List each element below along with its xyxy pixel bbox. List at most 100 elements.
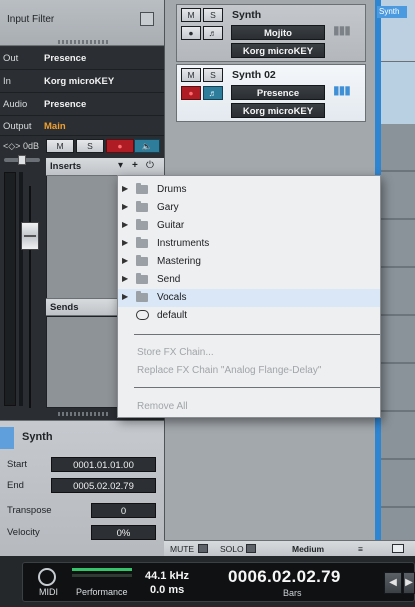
menu-item-vocals[interactable]: ▶ Vocals <box>118 289 380 307</box>
inserts-label: Inserts <box>50 161 82 172</box>
menu-separator <box>134 334 380 335</box>
sample-rate: 44.1 kHz <box>145 570 190 582</box>
fader-track[interactable] <box>29 186 31 408</box>
forward-icon: ▶ <box>405 577 413 588</box>
mute-button[interactable]: M <box>46 139 74 153</box>
solo-all-label: SOLO <box>220 544 244 554</box>
track-name[interactable]: Synth <box>22 431 53 443</box>
level-meter-right <box>19 172 23 406</box>
velocity-field[interactable]: 0% <box>91 525 156 540</box>
track-header-synth[interactable]: M S ● ♬ Synth Mojito Korg microKEY ▮▮▮ <box>176 4 366 62</box>
level-meter <box>4 172 16 406</box>
input-filter-bar: Input Filter <box>0 0 164 46</box>
list-menu-icon[interactable]: ≡ <box>358 544 363 554</box>
cpu-meter <box>72 568 132 571</box>
track2-instrument-slot[interactable]: Presence <box>231 85 325 100</box>
track2-solo-button[interactable]: S <box>203 68 223 82</box>
output-value[interactable]: Main <box>44 121 66 132</box>
event-label[interactable]: Synth <box>377 6 407 18</box>
record-icon: ● <box>188 28 194 38</box>
in-label: In <box>3 76 11 87</box>
arrange-empty-lanes[interactable] <box>381 124 415 556</box>
menu-item-replace-fx-chain[interactable]: Replace FX Chain "Analog Flange-Delay" <box>118 362 380 380</box>
track1-mute-button[interactable]: M <box>181 8 201 22</box>
menu-item-store-fx-chain[interactable]: Store FX Chain... <box>118 344 380 362</box>
midi-label: MIDI <box>39 587 58 597</box>
track1-solo-button[interactable]: S <box>203 8 223 22</box>
end-field[interactable]: 0005.02.02.79 <box>51 478 156 493</box>
dropdown-arrow-icon[interactable]: ▾ <box>118 160 123 171</box>
track1-instrument-slot[interactable]: Mojito <box>231 25 325 40</box>
out-value[interactable]: Presence <box>44 53 86 64</box>
inserts-header: Inserts ▾ + ⏻ <box>46 158 164 176</box>
menu-item-guitar[interactable]: ▶ Guitar <box>118 217 380 235</box>
volume-value: 0dB <box>22 141 39 151</box>
out-row[interactable]: Out Presence <box>0 47 164 70</box>
menu-item-mastering[interactable]: ▶ Mastering <box>118 253 380 271</box>
timecode-display[interactable]: 0006.02.02.79 <box>228 567 341 587</box>
disk-meter <box>72 574 132 577</box>
in-value[interactable]: Korg microKEY <box>44 76 114 87</box>
time-unit-label[interactable]: Bars <box>283 588 302 598</box>
volume-fader[interactable] <box>21 222 39 250</box>
record-icon: ● <box>117 141 123 151</box>
solo-button[interactable]: S <box>76 139 104 153</box>
sends-label: Sends <box>50 302 79 313</box>
menu-item-label: Instruments <box>157 238 210 249</box>
menu-item-label: Gary <box>157 202 179 213</box>
track1-input-slot[interactable]: Korg microKEY <box>231 43 325 58</box>
track1-record-button[interactable]: ● <box>181 26 201 40</box>
forward-button[interactable]: ▶ <box>403 572 415 594</box>
rewind-icon: ◀ <box>389 577 397 588</box>
folder-icon <box>136 237 148 248</box>
solo-all-toggle[interactable] <box>246 544 256 553</box>
output-row[interactable]: Output Main <box>0 116 164 136</box>
track-list-footer: MUTE SOLO Medium ≡ <box>164 540 415 556</box>
mute-all-toggle[interactable] <box>198 544 208 553</box>
track2-record-button[interactable]: ● <box>181 86 201 100</box>
scrollbar-thumb[interactable] <box>392 544 404 553</box>
resize-grip-lower[interactable] <box>58 412 108 416</box>
track2-monitor-button[interactable]: ♬ <box>203 86 223 100</box>
midi-icon[interactable] <box>38 568 56 586</box>
track-info-panel: Synth Start 0001.01.01.00 End 0005.02.02… <box>0 420 164 556</box>
performance-label[interactable]: Performance <box>76 587 128 597</box>
menu-item-label: Vocals <box>157 292 187 303</box>
menu-item-gary[interactable]: ▶ Gary <box>118 199 380 217</box>
input-filter-checkbox[interactable] <box>140 12 154 26</box>
menu-item-default[interactable]: default <box>118 307 380 325</box>
audio-value[interactable]: Presence <box>44 99 86 110</box>
menu-item-send[interactable]: ▶ Send <box>118 271 380 289</box>
output-label: Output <box>3 121 32 132</box>
menu-item-instruments[interactable]: ▶ Instruments <box>118 235 380 253</box>
track-header-synth-02[interactable]: M S ● ♬ Synth 02 Presence Korg microKEY … <box>176 64 366 122</box>
menu-item-label: Drums <box>157 184 187 195</box>
track1-name[interactable]: Synth <box>232 9 261 21</box>
track-height-select[interactable]: Medium <box>292 544 324 554</box>
in-row[interactable]: In Korg microKEY <box>0 70 164 93</box>
track2-input-slot[interactable]: Korg microKEY <box>231 103 325 118</box>
rewind-button[interactable]: ◀ <box>384 572 402 594</box>
arrange-lane-2[interactable] <box>375 62 415 124</box>
pan-knob[interactable] <box>18 155 26 165</box>
menu-item-remove-all[interactable]: Remove All <box>118 398 380 416</box>
submenu-arrow-icon: ▶ <box>122 184 129 193</box>
start-field[interactable]: 0001.01.01.00 <box>51 457 156 472</box>
menu-item-drums[interactable]: ▶ Drums <box>118 181 380 199</box>
pan-icon: <◇> <box>3 141 21 151</box>
submenu-arrow-icon: ▶ <box>122 256 129 265</box>
track2-name[interactable]: Synth 02 <box>232 69 276 81</box>
power-icon[interactable]: ⏻ <box>146 160 154 171</box>
folder-icon <box>136 201 148 212</box>
submenu-arrow-icon: ▶ <box>122 238 129 247</box>
record-button[interactable]: ● <box>106 139 134 153</box>
transpose-field[interactable]: 0 <box>91 503 156 518</box>
fx-chain-menu: ▶ Drums ▶ Gary ▶ Guitar ▶ Instruments ▶ … <box>117 175 381 418</box>
track1-monitor-button[interactable]: ♬ <box>203 26 223 40</box>
audio-row[interactable]: Audio Presence <box>0 93 164 116</box>
monitor-button[interactable]: 🔈 <box>134 139 160 153</box>
add-insert-icon[interactable]: + <box>132 160 138 171</box>
track2-mute-button[interactable]: M <box>181 68 201 82</box>
resize-grip[interactable] <box>58 40 108 44</box>
menu-item-label: Replace FX Chain "Analog Flange-Delay" <box>137 365 322 376</box>
